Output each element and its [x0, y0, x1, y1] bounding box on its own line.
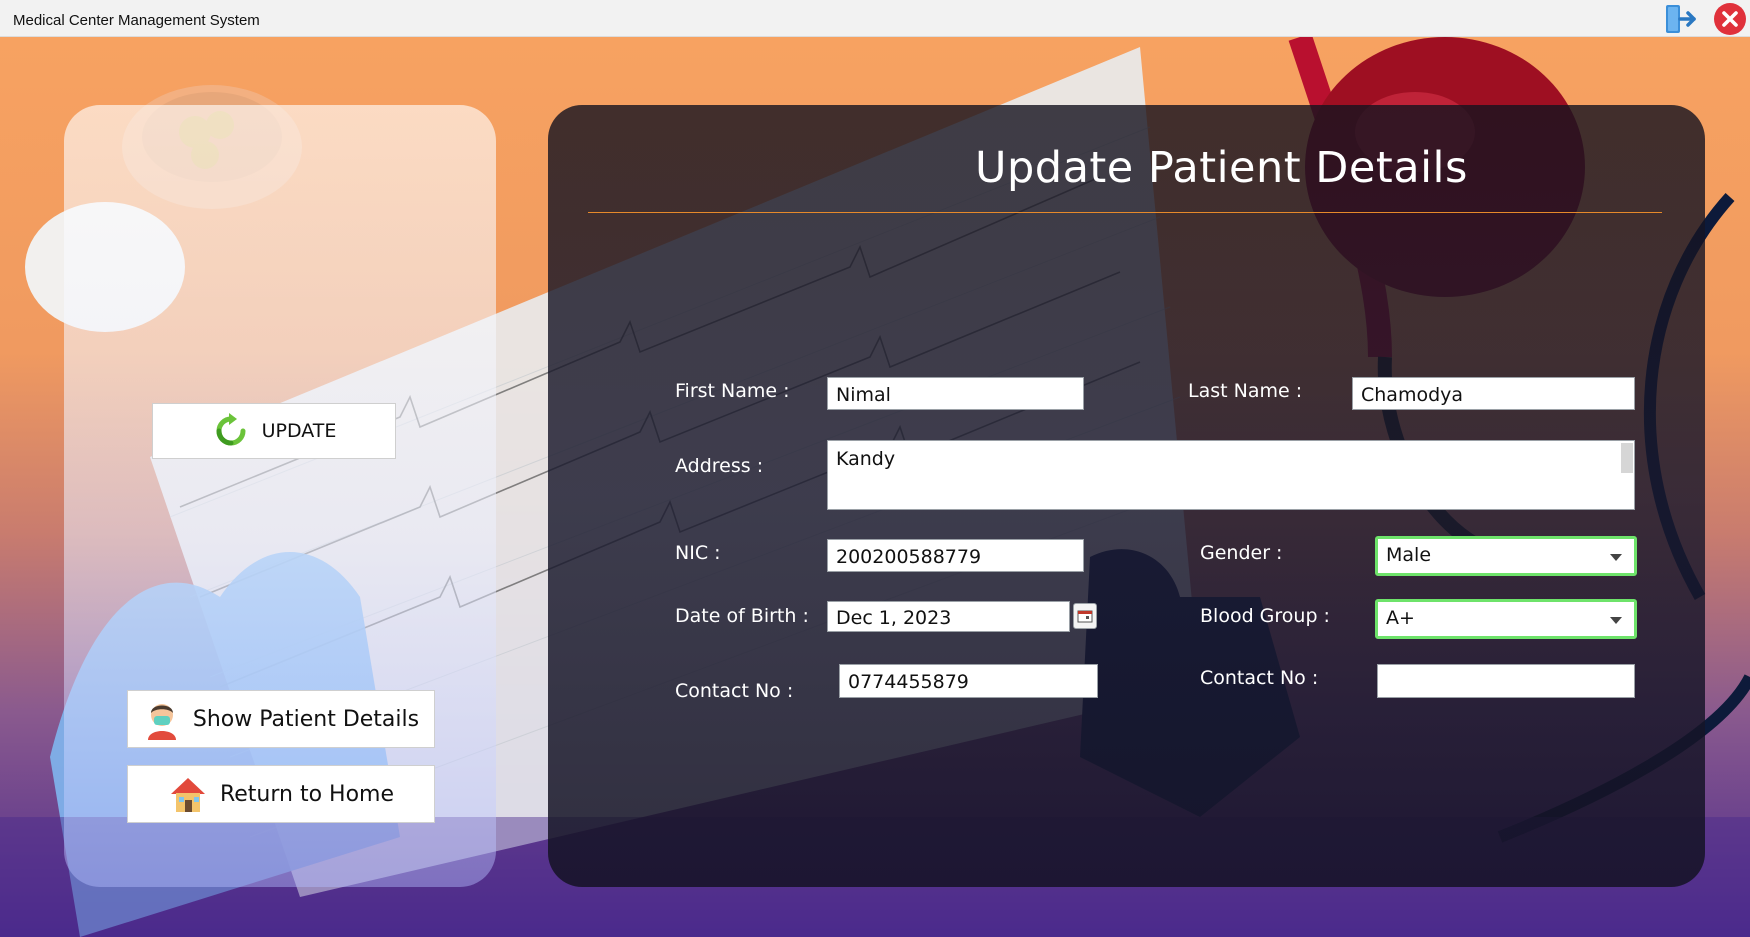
dob-label: Date of Birth :: [675, 605, 809, 627]
nic-input[interactable]: 200200588779: [827, 539, 1084, 572]
close-button[interactable]: [1713, 2, 1747, 36]
gender-value: Male: [1386, 544, 1432, 566]
date-picker-button[interactable]: [1073, 603, 1097, 629]
dob-input[interactable]: Dec 1, 2023: [827, 601, 1070, 632]
window-title-bar: Medical Center Management System: [0, 0, 1750, 37]
update-button[interactable]: UPDATE: [152, 403, 396, 459]
first-name-label: First Name :: [675, 380, 790, 402]
blood-group-value: A+: [1386, 607, 1415, 629]
chevron-down-icon: [1610, 554, 1622, 561]
address-scrollbar[interactable]: [1621, 443, 1633, 473]
blood-group-label: Blood Group :: [1200, 605, 1330, 627]
close-icon: [1714, 3, 1746, 35]
contact-no-2-input[interactable]: [1377, 664, 1635, 698]
calendar-icon: [1077, 610, 1093, 623]
contact-no-2-label: Contact No :: [1200, 667, 1319, 689]
show-patient-details-label: Show Patient Details: [192, 706, 420, 732]
show-patient-details-button[interactable]: Show Patient Details: [127, 690, 435, 748]
contact-no-label: Contact No :: [675, 680, 794, 702]
return-home-label: Return to Home: [219, 781, 395, 807]
contact-no-input[interactable]: 0774455879: [839, 664, 1098, 698]
patient-icon: [147, 704, 176, 740]
chevron-down-icon: [1610, 617, 1622, 624]
update-button-label: UPDATE: [261, 420, 337, 442]
home-icon: [170, 778, 205, 812]
window-title: Medical Center Management System: [13, 12, 260, 29]
gender-select[interactable]: Male: [1375, 536, 1637, 576]
last-name-label: Last Name :: [1188, 380, 1303, 402]
address-label: Address :: [675, 455, 764, 477]
logout-button[interactable]: [1664, 2, 1698, 36]
last-name-input[interactable]: Chamodya: [1352, 377, 1635, 410]
page-title: Update Patient Details: [975, 143, 1468, 193]
gender-label: Gender :: [1200, 542, 1283, 564]
refresh-icon: [216, 413, 246, 446]
blood-group-select[interactable]: A+: [1375, 599, 1637, 639]
first-name-input[interactable]: Nimal: [827, 377, 1084, 410]
nic-label: NIC :: [675, 542, 721, 564]
title-divider: [588, 212, 1662, 213]
address-value: Kandy: [836, 448, 896, 470]
return-home-button[interactable]: Return to Home: [127, 765, 435, 823]
address-textarea[interactable]: Kandy: [827, 440, 1635, 510]
logout-icon: [1666, 5, 1696, 33]
